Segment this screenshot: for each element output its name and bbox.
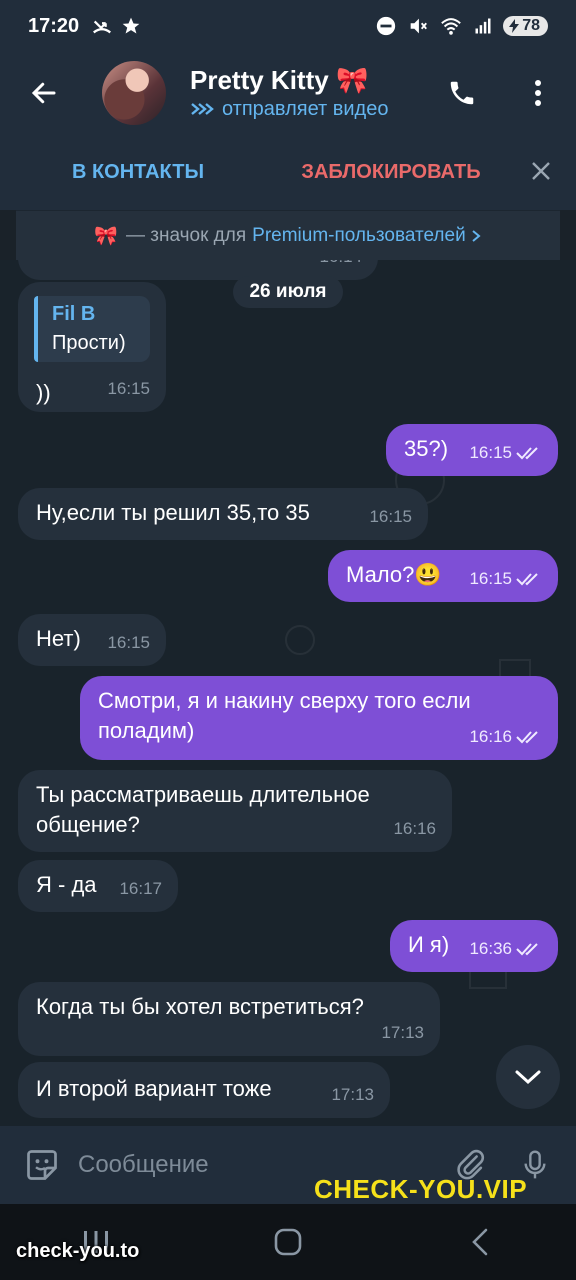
close-icon — [532, 162, 550, 180]
scroll-to-bottom-button[interactable] — [496, 1045, 560, 1109]
message-bubble-incoming[interactable]: Нет) 16:15 — [18, 614, 166, 666]
premium-text: — значок для — [125, 225, 247, 246]
missed-call-icon — [93, 20, 112, 34]
message-bubble-outgoing[interactable]: Смотри, я и накину сверху того если пола… — [80, 676, 558, 760]
status-right-icons: 78 — [375, 15, 548, 37]
message-bubble-incoming[interactable]: Ну,если ты решил 35,то 35 16:15 — [18, 488, 428, 540]
message-text: Когда ты бы хотел встретиться? — [36, 994, 364, 1019]
chat-title-block[interactable]: Pretty Kitty 🎀 отправляет видео — [190, 64, 424, 122]
star-icon — [122, 17, 140, 34]
reply-preview[interactable]: Fil B Прости) — [34, 296, 150, 362]
signal-icon — [475, 18, 491, 34]
avatar[interactable] — [102, 61, 166, 125]
block-button[interactable]: ЗАБЛОКИРОВАТЬ — [276, 161, 506, 184]
message-text: И я) — [408, 932, 450, 957]
chat-title: Pretty Kitty 🎀 — [190, 64, 424, 96]
premium-emoji: 🎀 — [94, 226, 118, 247]
read-checks-icon — [516, 447, 538, 460]
message-time: 16:16 — [469, 722, 542, 752]
do-not-disturb-icon — [377, 16, 396, 36]
message-text: Я - да — [36, 872, 97, 897]
message-time: 16:15 — [369, 507, 412, 526]
read-checks-icon — [516, 731, 538, 744]
message-time: 16:14 — [319, 260, 362, 272]
chat-status-text: отправляет видео — [222, 98, 389, 120]
message-bubble-incoming[interactable]: Когда ты бы хотел встретиться? 17:13 — [18, 982, 440, 1056]
battery-level: 78 — [522, 17, 540, 34]
message-time-text: 16:16 — [469, 727, 512, 746]
message-text: Ты рассматриваешь длительное общение? — [36, 782, 370, 837]
reply-sender: Fil B — [52, 303, 96, 325]
message-time: 16:15 — [469, 438, 542, 468]
chat-header: Pretty Kitty 🎀 отправляет видео — [0, 52, 576, 134]
sticker-icon — [27, 1150, 57, 1180]
message-bubble-incoming[interactable]: И второй вариант тоже 17:13 — [18, 1062, 390, 1118]
charging-icon — [509, 19, 520, 33]
system-back-icon — [472, 1228, 488, 1256]
message-text: )) — [36, 380, 51, 405]
back-arrow-icon — [31, 82, 56, 104]
close-action-bar-button[interactable] — [506, 156, 576, 188]
smiley-emoji: 😃 — [414, 562, 442, 587]
home-button[interactable] — [258, 1212, 318, 1272]
chevron-down-icon — [515, 1070, 541, 1085]
message-text: И второй вариант тоже — [36, 1076, 272, 1101]
more-menu-button[interactable] — [500, 52, 576, 134]
message-time: 17:13 — [331, 1085, 374, 1104]
message-time: 16:15 — [107, 379, 150, 398]
chat-title-emoji: 🎀 — [335, 65, 369, 95]
message-time: 16:16 — [393, 819, 436, 838]
message-bubble-incoming[interactable]: Я - да 16:17 — [18, 860, 178, 912]
message-time: 17:13 — [381, 1023, 424, 1042]
status-time: 17:20 — [28, 14, 80, 37]
message-text: 35?) — [404, 436, 449, 461]
message-time-text: 16:36 — [469, 939, 512, 958]
message-text: Нет) — [36, 626, 81, 651]
premium-notice[interactable]: 🎀 — значок для Premium-пользователей — [16, 210, 560, 261]
status-left-icons — [91, 15, 141, 37]
watermark-white: check-you.to — [16, 1240, 140, 1262]
typing-arrows-icon — [191, 103, 214, 115]
message-bubble-incoming[interactable]: Ты рассматриваешь длительное общение? 16… — [18, 770, 452, 852]
wifi-icon — [441, 18, 462, 35]
message-bubble-outgoing[interactable]: 35?) 16:15 — [386, 424, 558, 476]
message-time: 16:36 — [469, 934, 542, 964]
back-button[interactable] — [0, 52, 88, 134]
mute-icon — [410, 18, 428, 34]
read-checks-icon — [516, 943, 538, 956]
watermark-yellow: CHECK-YOU.VIP — [314, 1174, 528, 1204]
message-text: Ну,если ты решил 35,то 35 — [36, 500, 310, 525]
phone-icon — [450, 81, 474, 105]
reply-text: Прости) — [52, 332, 126, 354]
premium-link[interactable]: Premium-пользователей — [252, 225, 466, 247]
status-bar: 17:20 78 — [0, 0, 576, 52]
message-time: 16:17 — [119, 879, 162, 898]
message-bubble-incoming[interactable]: Fil B Прости) )) 16:15 — [18, 282, 166, 412]
system-back-button[interactable] — [450, 1212, 510, 1272]
message-bubble-outgoing[interactable]: Мало?😃 16:15 — [328, 550, 558, 602]
message-time: 16:15 — [107, 633, 150, 652]
chevron-right-icon — [472, 230, 481, 242]
add-contact-button[interactable]: В КОНТАКТЫ — [0, 161, 276, 184]
home-icon — [274, 1228, 302, 1256]
message-time: 16:15 — [469, 564, 542, 594]
message-time-text: 16:15 — [469, 443, 512, 462]
chat-status: отправляет видео — [190, 96, 424, 122]
message-time-text: 16:15 — [469, 569, 512, 588]
date-separator: 26 июля — [233, 276, 343, 308]
message-text-line: Мало?😃 — [346, 560, 442, 590]
contact-action-bar: В КОНТАКТЫ ЗАБЛОКИРОВАТЬ — [0, 134, 576, 210]
message-text: Мало? — [346, 562, 415, 587]
sticker-button[interactable] — [22, 1145, 62, 1185]
message-list[interactable]: 16:14 26 июля Fil B Прости) )) 16:15 35?… — [0, 260, 576, 1126]
call-button[interactable] — [424, 52, 500, 134]
message-bubble-outgoing[interactable]: И я) 16:36 — [390, 920, 558, 972]
read-checks-icon — [516, 573, 538, 586]
battery-indicator: 78 — [503, 16, 548, 36]
more-vertical-icon — [535, 80, 541, 106]
chat-title-text: Pretty Kitty — [190, 65, 329, 95]
